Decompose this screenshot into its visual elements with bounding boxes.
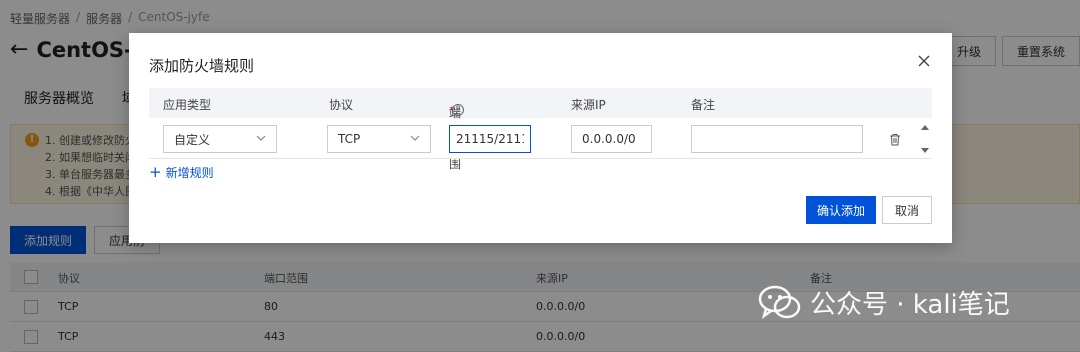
chevron-down-icon — [410, 135, 420, 141]
protocol-value: TCP — [338, 132, 361, 146]
app-type-value: 自定义 — [174, 132, 211, 147]
source-ip-input[interactable] — [582, 132, 641, 146]
dialog-title: 添加防火墙规则 — [149, 57, 255, 75]
rules-table-header: 应用类型 协议 *端口范围? 来源IP 备注 — [149, 88, 932, 171]
add-firewall-rule-dialog: 添加防火墙规则 应用类型 协议 *端口范围? 来源IP 备注 自定义 TCP — [129, 33, 952, 243]
note-field — [691, 125, 863, 153]
note-input[interactable] — [702, 132, 852, 146]
header-protocol: 协议 — [329, 98, 354, 112]
chevron-down-icon — [256, 135, 266, 141]
app-type-select[interactable]: 自定义 — [163, 125, 277, 153]
add-new-rule-link[interactable]: + 新增规则 — [149, 164, 214, 181]
watermark-text: 公众号 · kali笔记 — [810, 290, 1010, 320]
plus-icon: + — [149, 163, 162, 181]
port-range-field — [449, 125, 531, 153]
source-ip-field — [571, 125, 652, 153]
port-range-input[interactable] — [456, 132, 524, 146]
protocol-select[interactable]: TCP — [327, 125, 431, 153]
trash-icon[interactable] — [889, 133, 901, 146]
help-icon[interactable]: ? — [452, 104, 464, 116]
rule-row: 自定义 TCP — [149, 119, 932, 159]
close-icon[interactable] — [916, 53, 932, 69]
header-source-ip: 来源IP — [571, 98, 606, 112]
confirm-add-button[interactable]: 确认添加 — [806, 196, 876, 224]
cancel-button[interactable]: 取消 — [882, 196, 932, 224]
wechat-logo-icon — [758, 285, 801, 319]
wechat-watermark: 公众号 · kali笔记 — [758, 284, 1010, 321]
add-new-rule-label: 新增规则 — [165, 166, 214, 180]
header-app-type: 应用类型 — [163, 98, 212, 112]
header-note: 备注 — [691, 98, 716, 112]
sort-arrows-icon[interactable] — [919, 123, 931, 155]
